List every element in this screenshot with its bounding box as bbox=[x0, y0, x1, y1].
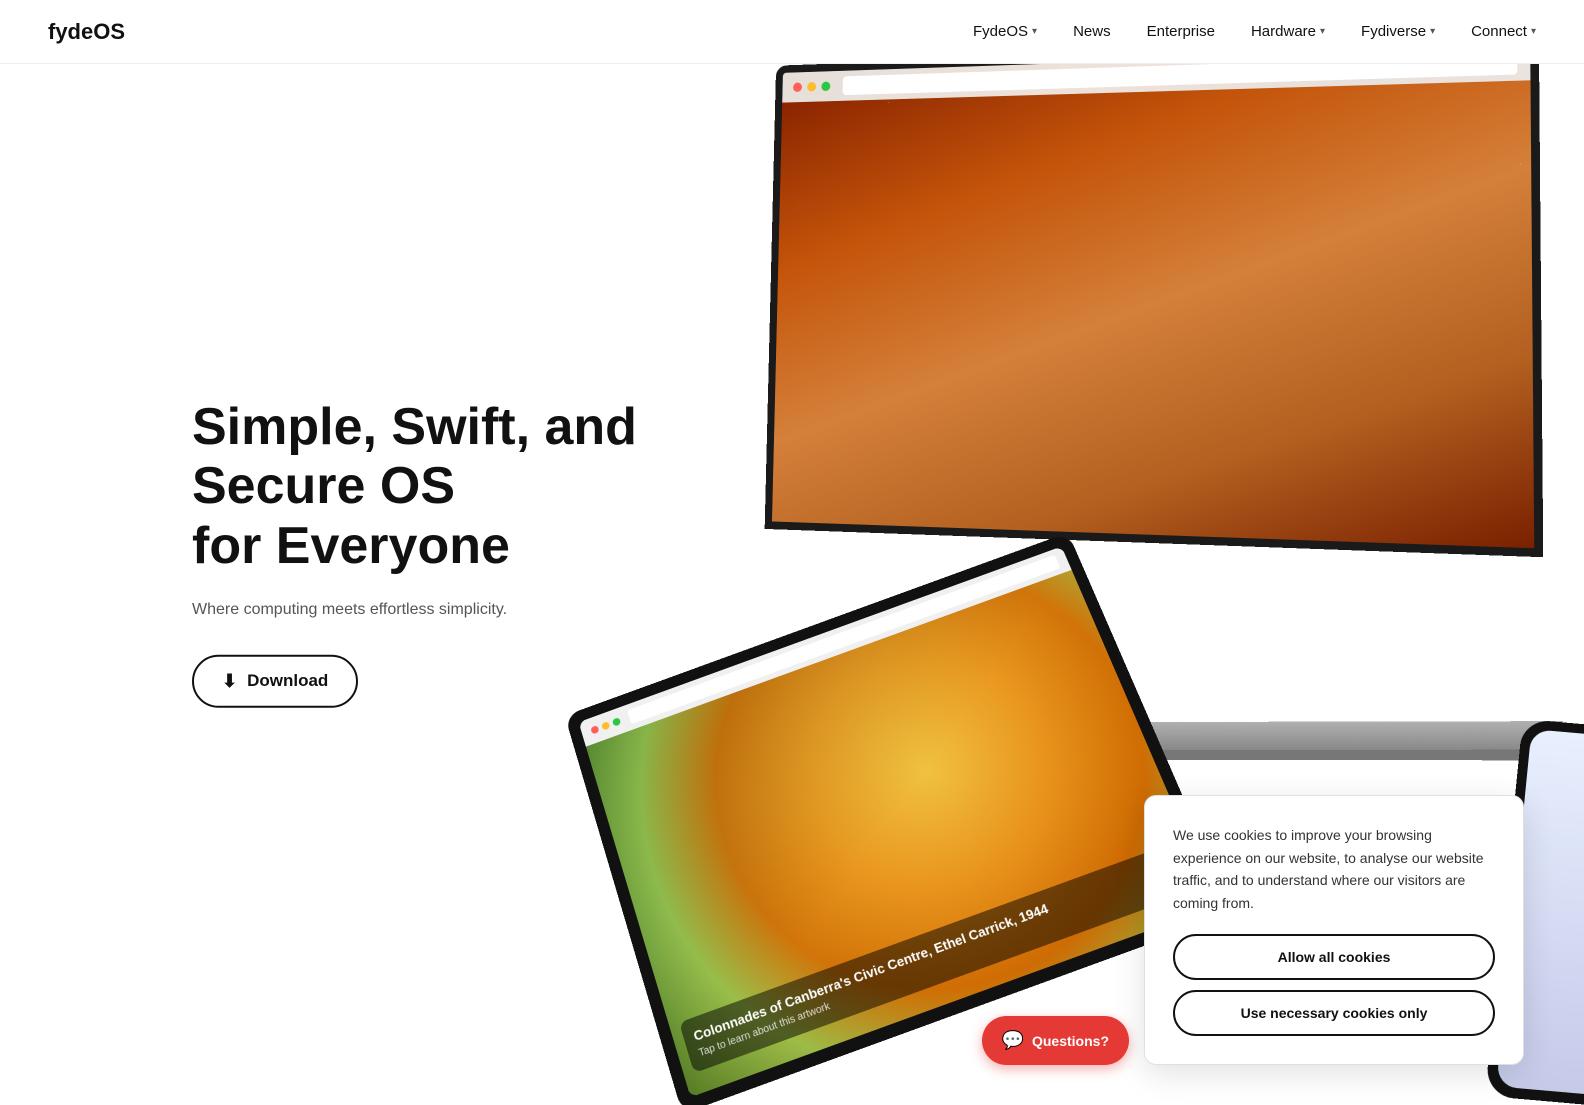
nav-item-fydiverse[interactable]: Fydiverse ▾ bbox=[1361, 23, 1435, 40]
chat-icon: 💬 bbox=[1002, 1030, 1024, 1051]
download-button[interactable]: ⬇ Download bbox=[192, 655, 358, 708]
necessary-cookies-button[interactable]: Use necessary cookies only bbox=[1173, 990, 1495, 1036]
laptop-wallpaper bbox=[772, 80, 1534, 548]
allow-all-cookies-button[interactable]: Allow all cookies bbox=[1173, 934, 1495, 980]
hero-content: Simple, Swift, and Secure OS for Everyon… bbox=[192, 397, 692, 707]
tablet-close-dot bbox=[590, 725, 599, 735]
cookie-message: We use cookies to improve your browsing … bbox=[1173, 824, 1495, 914]
chat-button[interactable]: 💬 Questions? bbox=[982, 1016, 1129, 1065]
nav-item-hardware[interactable]: Hardware ▾ bbox=[1251, 23, 1325, 40]
nav-links: FydeOS ▾ News Enterprise Hardware ▾ Fydi… bbox=[973, 23, 1536, 40]
chevron-down-icon: ▾ bbox=[1320, 26, 1325, 37]
nav-logo[interactable]: fydeOS bbox=[48, 19, 125, 45]
nav-item-enterprise[interactable]: Enterprise bbox=[1147, 23, 1215, 40]
tablet-min-dot bbox=[601, 721, 610, 731]
chevron-down-icon: ▾ bbox=[1430, 26, 1435, 37]
browser-max-dot bbox=[821, 82, 830, 92]
laptop-screen-inner bbox=[772, 47, 1534, 548]
browser-close-dot bbox=[793, 82, 802, 92]
hero-title: Simple, Swift, and Secure OS for Everyon… bbox=[192, 397, 692, 576]
chevron-down-icon: ▾ bbox=[1032, 26, 1037, 37]
navbar: fydeOS FydeOS ▾ News Enterprise Hardware… bbox=[0, 0, 1584, 64]
hero-subtitle: Where computing meets effortless simplic… bbox=[192, 601, 692, 619]
chevron-down-icon: ▾ bbox=[1531, 26, 1536, 37]
nav-item-connect[interactable]: Connect ▾ bbox=[1471, 23, 1536, 40]
tablet-max-dot bbox=[612, 717, 621, 727]
chat-label: Questions? bbox=[1032, 1033, 1109, 1049]
browser-min-dot bbox=[807, 82, 816, 92]
laptop-screen bbox=[765, 39, 1544, 558]
download-icon: ⬇ bbox=[222, 671, 237, 692]
nav-item-fydeos[interactable]: FydeOS ▾ bbox=[973, 23, 1037, 40]
nav-item-news[interactable]: News bbox=[1073, 23, 1111, 40]
cookie-banner: We use cookies to improve your browsing … bbox=[1144, 795, 1524, 1065]
